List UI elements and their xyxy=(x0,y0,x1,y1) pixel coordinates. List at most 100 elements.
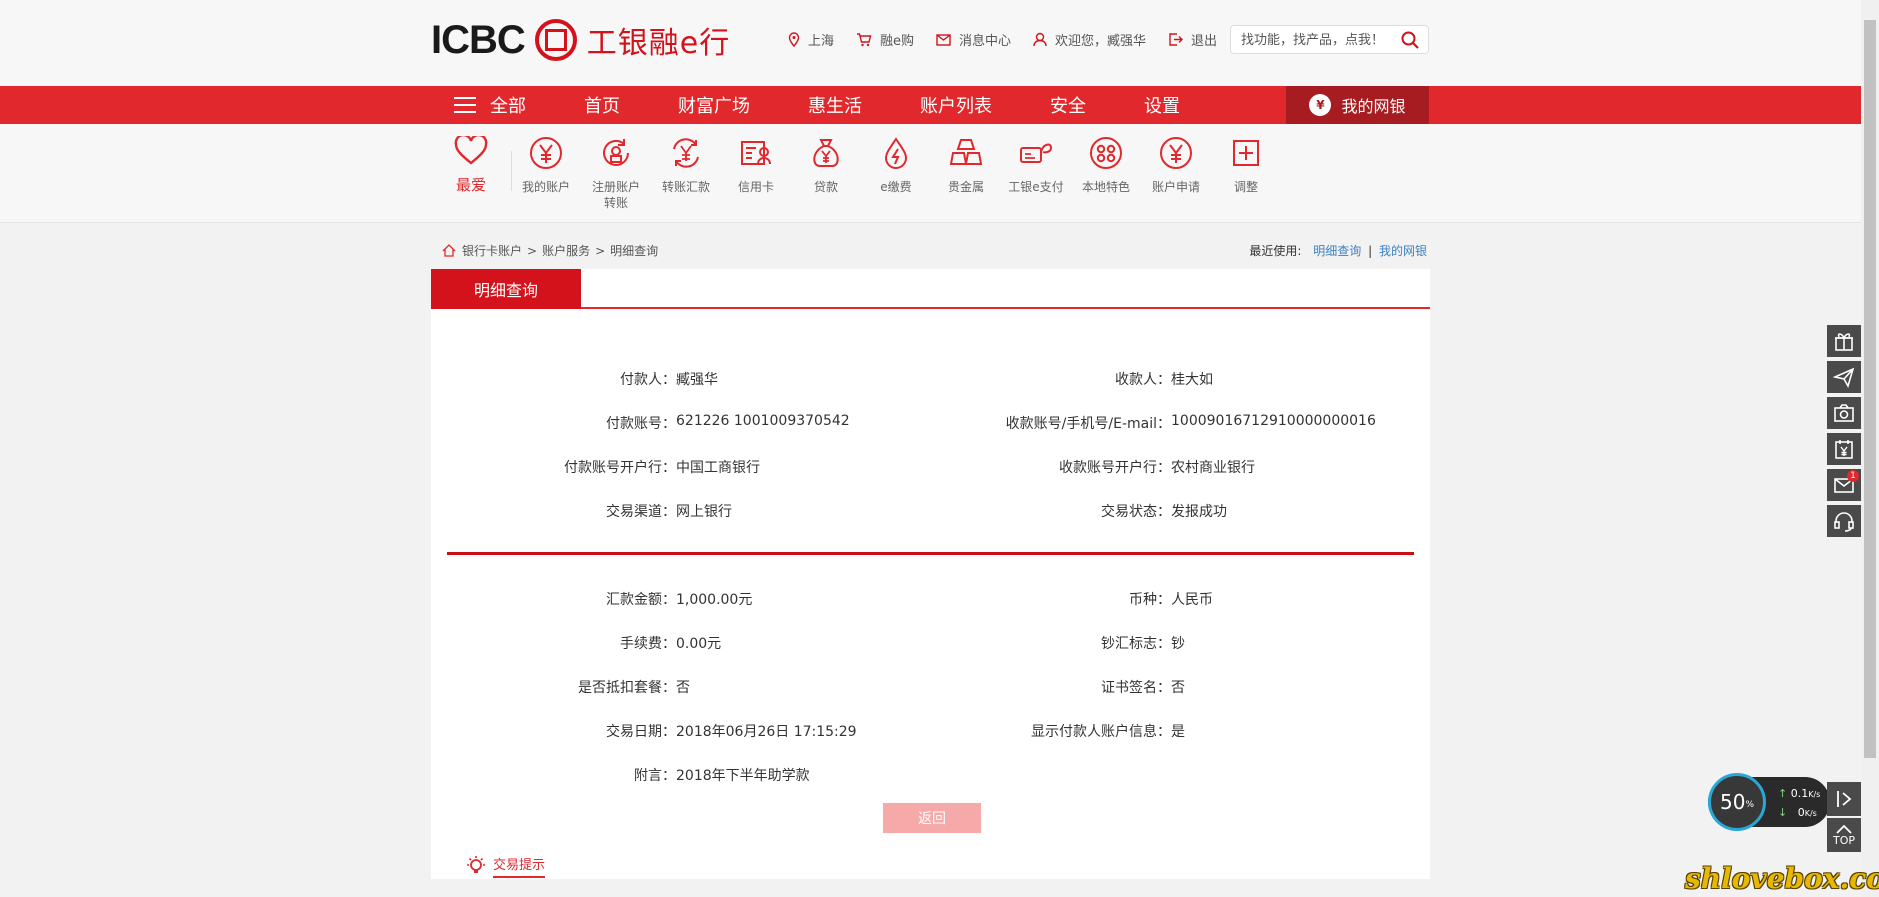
search-input[interactable] xyxy=(1231,26,1403,55)
favorites-label: 最爱 xyxy=(455,176,486,194)
camera-icon xyxy=(1834,404,1854,422)
field-value: 1,000.00元 xyxy=(676,592,753,608)
field-value: 网上银行 xyxy=(676,504,732,520)
lightbulb-icon xyxy=(467,856,485,873)
back-button[interactable]: 返回 xyxy=(883,803,981,833)
credit-card-icon xyxy=(741,141,771,165)
speed-unit: K/s xyxy=(1808,790,1821,799)
upload-speed: 0.1 xyxy=(1790,787,1809,800)
icbc-logo[interactable]: ICBC 工银融e行 xyxy=(431,18,730,62)
tab-bar: 明细查询 xyxy=(431,269,1430,309)
shop-label: 融e购 xyxy=(880,34,915,49)
headset-icon xyxy=(1834,512,1854,532)
icbc-emblem-icon xyxy=(534,19,577,61)
field-key: 付款账号开户行： xyxy=(564,460,676,476)
speed-percent-unit: % xyxy=(1745,800,1754,810)
quick-label: 转账汇款 xyxy=(661,180,710,194)
field-value: 钞 xyxy=(1171,636,1185,652)
transaction-tips[interactable]: 交易提示 xyxy=(465,854,546,878)
side-camera-button[interactable] xyxy=(1827,397,1861,431)
favorites[interactable]: 最爱 xyxy=(450,133,492,195)
field-key: 收款账号/手机号/E-mail： xyxy=(1005,416,1171,432)
back-to-top-button[interactable]: TOP xyxy=(1827,818,1861,852)
field-value: 否 xyxy=(676,680,690,696)
location-label: 上海 xyxy=(808,34,835,49)
field-key: 汇款金额： xyxy=(606,592,676,608)
field-key: 钞汇标志： xyxy=(1101,636,1171,652)
field-fee: 手续费： 0.00元 xyxy=(541,633,721,653)
heart-icon xyxy=(454,133,488,165)
field-package-deduct: 是否抵扣套餐：否 xyxy=(541,677,690,697)
nav-accounts[interactable]: 账户列表 xyxy=(920,92,992,118)
page-scrollbar[interactable] xyxy=(1861,0,1879,897)
quick-adjust[interactable]: 调整 xyxy=(1211,136,1281,195)
field-cert-sign: 证书签名：否 xyxy=(941,677,1185,697)
nav-home[interactable]: 首页 xyxy=(584,92,620,118)
side-send-button[interactable] xyxy=(1827,361,1861,395)
field-value: 1000901671291000000001​6 xyxy=(1171,413,1376,429)
side-mail-button[interactable]: 1 xyxy=(1827,469,1861,503)
my-bank-button[interactable]: ¥ 我的网银 xyxy=(1286,86,1429,124)
top-header: ICBC 工银融e行 上海 融e购 消息中心 欢迎您，臧强华 退出 xyxy=(0,0,1861,86)
field-value: 否 xyxy=(1171,680,1185,696)
side-calendar-button[interactable] xyxy=(1827,433,1861,467)
search-box xyxy=(1230,25,1429,55)
shop-link[interactable]: 融e购 xyxy=(856,30,914,49)
quick-transfer[interactable]: 转账汇款 xyxy=(651,136,721,195)
breadcrumb: 银行卡账户 > 账户服务 > 明细查询 xyxy=(442,242,658,259)
field-key: 收款人： xyxy=(1115,372,1171,388)
main-nav: 全部 首页 财富广场 惠生活 账户列表 安全 设置 ¥ 我的网银 xyxy=(0,86,1861,124)
nav-life[interactable]: 惠生活 xyxy=(808,92,862,118)
welcome-user[interactable]: 欢迎您，臧强华 xyxy=(1033,30,1146,49)
quick-e-payment[interactable]: e缴费 xyxy=(861,136,931,195)
breadcrumb-current: 明细查询 xyxy=(610,244,659,258)
message-center-link[interactable]: 消息中心 xyxy=(936,30,1011,49)
field-date: 交易日期： 2018年06月26日 17:15:29 xyxy=(541,721,857,741)
field-value: 中国工商银行 xyxy=(676,460,760,476)
welcome-label: 欢迎您，臧强华 xyxy=(1055,34,1147,49)
location-link[interactable]: 上海 xyxy=(788,30,834,49)
nav-all-menu[interactable]: 全部 xyxy=(454,92,526,118)
nav-security[interactable]: 安全 xyxy=(1050,92,1086,118)
nav-wealth[interactable]: 财富广场 xyxy=(678,92,750,118)
home-icon[interactable] xyxy=(442,244,456,257)
search-icon[interactable] xyxy=(1400,30,1420,50)
quick-label: 账户申请 xyxy=(1151,180,1200,194)
quick-precious-metal[interactable]: 贵金属 xyxy=(931,136,1001,195)
breadcrumb-separator: > xyxy=(595,243,606,258)
logout-link[interactable]: 退出 xyxy=(1168,30,1217,49)
breadcrumb-item[interactable]: 账户服务 xyxy=(542,242,590,259)
tab-detail-query[interactable]: 明细查询 xyxy=(431,269,581,309)
quick-local-feature[interactable]: 本地特色 xyxy=(1071,136,1141,195)
side-collapse-button[interactable] xyxy=(1827,782,1861,816)
nav-settings[interactable]: 设置 xyxy=(1144,92,1180,118)
location-icon xyxy=(788,32,800,47)
breadcrumb-item[interactable]: 银行卡账户 xyxy=(462,242,522,259)
scrollbar-thumb[interactable] xyxy=(1864,20,1876,758)
field-memo: 附言： 2018年下半年助学款 xyxy=(541,765,810,785)
recent-link-mybank[interactable]: 我的网银 xyxy=(1379,244,1427,258)
side-gift-button[interactable] xyxy=(1827,325,1861,359)
field-payee: 收款人： 桂大如 xyxy=(941,369,1213,389)
recent-link-detail[interactable]: 明细查询 xyxy=(1313,244,1361,258)
recent-use: 最近使用: 明细查询 | 我的网银 xyxy=(1249,242,1427,259)
mail-badge: 1 xyxy=(1847,470,1859,482)
collapse-arrow-icon xyxy=(1837,791,1852,807)
field-payee-bank: 收款账号开户行： 农村商业银行 xyxy=(941,457,1255,477)
logout-icon xyxy=(1169,33,1184,46)
side-service-button[interactable] xyxy=(1827,505,1861,539)
quick-my-account[interactable]: 我的账户 xyxy=(511,136,581,195)
network-speed-widget[interactable]: 50% ↑ 0.1K/s ↓ 0K/s xyxy=(1708,773,1830,831)
quick-e-pay[interactable]: 工银e支付 xyxy=(1001,136,1071,195)
download-speed: 0 xyxy=(1797,806,1805,819)
field-key: 交易日期： xyxy=(606,724,676,740)
field-key: 手续费： xyxy=(620,636,676,652)
nav-all-label: 全部 xyxy=(490,96,526,117)
quick-credit-card[interactable]: 信用卡 xyxy=(721,136,791,195)
field-key: 付款账号： xyxy=(606,416,676,432)
quick-account-apply[interactable]: 账户申请 xyxy=(1141,136,1211,195)
quick-loan[interactable]: 贷款 xyxy=(791,136,861,195)
quick-label: 工银e支付 xyxy=(1008,180,1064,194)
quick-register-transfer[interactable]: 注册账户 转账 xyxy=(581,136,651,211)
local-feature-icon xyxy=(1090,137,1122,169)
